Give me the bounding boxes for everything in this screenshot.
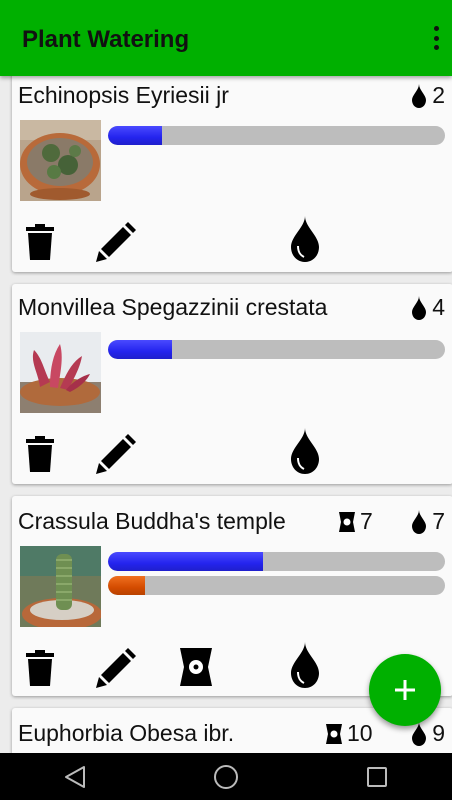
app-title: Plant Watering bbox=[22, 26, 190, 53]
water-drop-icon[interactable] bbox=[290, 428, 320, 474]
fertilizer-bag-icon[interactable] bbox=[180, 648, 212, 686]
home-circle-icon bbox=[213, 764, 238, 789]
trash-icon[interactable] bbox=[26, 650, 54, 686]
nav-recents-button[interactable] bbox=[357, 757, 397, 797]
overflow-menu-icon[interactable] bbox=[426, 24, 446, 52]
water-progress-bar bbox=[108, 552, 445, 571]
water-counter: 4 bbox=[411, 294, 445, 321]
plant-card: Monvillea Spegazzinii crestata 4 bbox=[12, 284, 452, 484]
water-progress-fill bbox=[108, 552, 264, 571]
plant-name[interactable]: Euphorbia Obesa ibr. bbox=[18, 720, 234, 747]
fertilizer-days: 7 bbox=[360, 508, 373, 534]
add-plant-button[interactable] bbox=[369, 654, 441, 726]
nav-home-button[interactable] bbox=[206, 757, 246, 797]
plant-list[interactable]: Echinopsis Eyriesii jr 2 Monvillea Spega… bbox=[0, 76, 452, 753]
water-drop-icon[interactable] bbox=[290, 216, 320, 262]
water-drop-icon bbox=[412, 83, 427, 108]
plus-icon bbox=[395, 680, 415, 700]
fertilizer-days: 10 bbox=[347, 720, 373, 746]
trash-icon[interactable] bbox=[26, 224, 54, 260]
pencil-icon[interactable] bbox=[96, 434, 136, 474]
water-counter: 2 bbox=[411, 82, 445, 109]
plant-name[interactable]: Monvillea Spegazzinii crestata bbox=[18, 294, 327, 321]
plant-name[interactable]: Echinopsis Eyriesii jr bbox=[18, 82, 229, 109]
fertilizer-progress-fill bbox=[108, 576, 146, 595]
fertilizer-counter: 10 bbox=[326, 720, 373, 747]
water-progress-fill bbox=[108, 340, 173, 359]
back-triangle-icon bbox=[65, 765, 86, 788]
fertilizer-progress-bar bbox=[108, 576, 445, 595]
water-progress-bar bbox=[108, 126, 445, 145]
water-progress-bar bbox=[108, 340, 445, 359]
water-drop-icon[interactable] bbox=[290, 642, 320, 688]
water-progress-fill bbox=[108, 126, 162, 145]
trash-icon[interactable] bbox=[26, 436, 54, 472]
plant-photo[interactable] bbox=[20, 546, 101, 627]
water-drop-icon bbox=[412, 295, 427, 320]
water-days: 2 bbox=[432, 82, 445, 108]
plant-photo[interactable] bbox=[20, 120, 101, 201]
nav-back-button[interactable] bbox=[55, 757, 95, 797]
fertilizer-counter: 7 bbox=[339, 508, 373, 535]
water-drop-icon bbox=[412, 721, 427, 746]
plant-name[interactable]: Crassula Buddha's temple bbox=[18, 508, 286, 535]
water-days: 7 bbox=[432, 508, 445, 534]
water-drop-icon bbox=[412, 509, 427, 534]
fertilizer-bag-icon bbox=[326, 723, 342, 744]
water-days: 9 bbox=[432, 720, 445, 746]
pencil-icon[interactable] bbox=[96, 648, 136, 688]
app-bar: Plant Watering bbox=[0, 0, 452, 76]
system-nav-bar bbox=[0, 753, 452, 800]
water-days: 4 bbox=[432, 294, 445, 320]
water-counter: 7 bbox=[411, 508, 445, 535]
plant-photo[interactable] bbox=[20, 332, 101, 413]
plant-card: Echinopsis Eyriesii jr 2 bbox=[12, 76, 452, 272]
pencil-icon[interactable] bbox=[96, 222, 136, 262]
fertilizer-bag-icon bbox=[339, 511, 355, 532]
recents-square-icon bbox=[366, 766, 387, 787]
